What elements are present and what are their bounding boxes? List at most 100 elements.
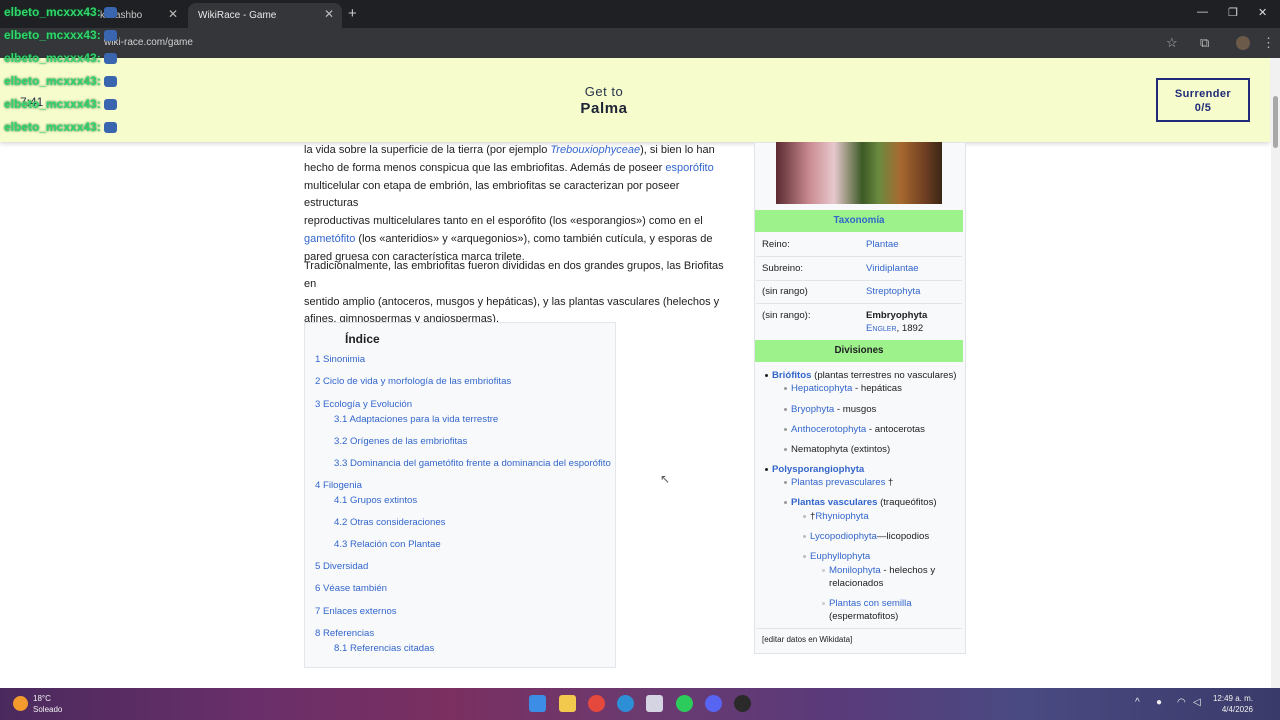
- bullet: [765, 468, 768, 471]
- link-anthocerotophyta[interactable]: Anthocerotophyta: [791, 424, 866, 435]
- link-euphyllophyta[interactable]: Euphyllophyta: [810, 551, 870, 562]
- weather-condition: Soleado: [33, 705, 63, 714]
- address-bar: wiki-race.com/game ☆ ⧉ ⋮: [0, 28, 1280, 58]
- bullet: [803, 515, 806, 518]
- toc-item[interactable]: 8 Referencias: [315, 628, 374, 639]
- toc-item[interactable]: 7 Enlaces externos: [315, 606, 397, 617]
- toc-item[interactable]: 4.3 Relación con Plantae: [334, 539, 441, 550]
- chat-user: elbeto_mcxxx43:: [4, 5, 101, 19]
- file-explorer-icon[interactable]: [559, 695, 576, 712]
- toc-item[interactable]: 3.1 Adaptaciones para la vida terrestre: [334, 414, 498, 425]
- bullet: [784, 428, 787, 431]
- chat-user: elbeto_mcxxx43:: [4, 97, 101, 111]
- tab-wikirace[interactable]: WikiRace - Game ✕: [188, 3, 342, 28]
- link-plantas-vasculares[interactable]: Plantas vasculares: [791, 497, 877, 508]
- show-hidden-icons[interactable]: ^: [1135, 697, 1140, 708]
- toc-item[interactable]: 3 Ecología y Evolución: [315, 399, 412, 410]
- link-monilophyta[interactable]: Monilophyta: [829, 565, 881, 576]
- toc-item[interactable]: 4.2 Otras consideraciones: [334, 517, 445, 528]
- link-briofitos[interactable]: Briófitos: [772, 370, 811, 381]
- date: 4/4/2026: [1221, 705, 1253, 714]
- tab-close-icon[interactable]: ✕: [324, 7, 334, 21]
- close-window-icon[interactable]: ✕: [1258, 6, 1267, 19]
- link-bryophyta[interactable]: Bryophyta: [791, 404, 834, 415]
- chat-message: elbeto_mcxxx43:: [4, 5, 117, 19]
- text: —licopodios: [876, 531, 930, 542]
- toc-item[interactable]: 8.1 Referencias citadas: [334, 643, 434, 654]
- weather-sun-icon[interactable]: [13, 696, 28, 711]
- taxon-value-link[interactable]: Plantae: [866, 239, 899, 250]
- edit-wikidata-link[interactable]: [editar datos en Wikidata]: [762, 635, 852, 644]
- taxon-author: Engler, 1892: [866, 323, 923, 334]
- link-hepaticophyta[interactable]: Hepaticophyta: [791, 383, 852, 394]
- toc-item[interactable]: 4.1 Grupos extintos: [334, 495, 417, 506]
- link-trebouxiophyceae[interactable]: Trebouxiophyceae: [550, 144, 640, 156]
- text: ), si bien lo han: [640, 144, 715, 156]
- store-icon[interactable]: [646, 695, 663, 712]
- link-polysporangiophyta[interactable]: Polysporangiophyta: [772, 464, 864, 475]
- menu-icon[interactable]: ⋮: [1262, 35, 1275, 51]
- row-divider: [756, 628, 962, 629]
- text: (los «anteridios» y «arquegonios»), como…: [355, 232, 713, 245]
- chat-message: elbeto_mcxxx43:: [4, 51, 117, 65]
- toc-item[interactable]: 6 Véase también: [315, 583, 387, 594]
- text: la vida sobre la superficie de la tierra…: [304, 144, 551, 156]
- toc-title: Índice: [345, 332, 380, 346]
- scrollbar-track[interactable]: [1271, 58, 1280, 688]
- toc-item[interactable]: 3.2 Orígenes de las embriofitas: [334, 436, 467, 447]
- maximize-icon[interactable]: ❐: [1228, 6, 1238, 19]
- emote-icon: [103, 99, 117, 111]
- bookmark-star-icon[interactable]: ☆: [1166, 35, 1178, 51]
- start-icon[interactable]: [529, 695, 546, 712]
- microphone-icon[interactable]: ●: [1156, 697, 1162, 708]
- url-field[interactable]: wiki-race.com/game: [104, 37, 193, 48]
- division-item: Monilophyta - helechos y: [829, 565, 935, 576]
- discord-icon[interactable]: [705, 695, 722, 712]
- taxon-value-link[interactable]: Streptophyta: [866, 286, 920, 297]
- surrender-button[interactable]: Surrender 0/5: [1156, 78, 1250, 122]
- toc-item[interactable]: 4 Filogenia: [315, 480, 362, 491]
- division-item: Briófitos (plantas terrestres no vascula…: [772, 370, 956, 381]
- link-esporofito[interactable]: esporófito: [665, 162, 713, 174]
- article-paragraph-1: la vida sobre la superficie de la tierra…: [304, 142, 730, 267]
- extensions-icon[interactable]: ⧉: [1200, 35, 1209, 51]
- link-plantas-con-semilla[interactable]: Plantas con semilla: [829, 598, 912, 609]
- obs-icon[interactable]: [734, 695, 751, 712]
- new-tab-button[interactable]: +: [348, 5, 357, 22]
- get-to-label: Get to: [584, 84, 624, 99]
- division-item: †Rhyniophyta: [810, 511, 869, 522]
- link-plantas-prevasculares[interactable]: Plantas prevasculares: [791, 477, 885, 488]
- wifi-icon[interactable]: ◠: [1177, 697, 1186, 708]
- author-link[interactable]: Engler: [866, 323, 897, 334]
- taskbar-clock[interactable]: 12:49 a. m. 4/4/2026: [1211, 693, 1253, 715]
- link-gametofito[interactable]: gametófito: [304, 233, 355, 245]
- bullet: [822, 569, 825, 572]
- edge-icon[interactable]: [617, 695, 634, 712]
- taxon-key: (sin rango):: [762, 310, 811, 321]
- paragraph-line: hecho de forma menos conspicua que las e…: [304, 160, 730, 178]
- taxon-value-link[interactable]: Viridiplantae: [866, 263, 919, 274]
- chat-message: elbeto_mcxxx43:: [4, 28, 117, 42]
- toc-item[interactable]: 2 Ciclo de vida y morfología de las embr…: [315, 376, 511, 387]
- spotify-icon[interactable]: [676, 695, 693, 712]
- division-item: Hepaticophyta - hepáticas: [791, 383, 902, 394]
- emote-icon: [103, 122, 117, 134]
- toc-item[interactable]: 1 Sinonimia: [315, 354, 365, 365]
- minimize-icon[interactable]: —: [1197, 6, 1208, 18]
- link-lycopodiophyta[interactable]: Lycopodiophyta: [810, 531, 877, 542]
- paragraph-line: reproductivas multicelulares tanto en el…: [304, 215, 703, 228]
- emote-icon: [103, 53, 117, 65]
- tab-close-icon[interactable]: ✕: [168, 7, 178, 21]
- bullet: [803, 535, 806, 538]
- chrome-icon[interactable]: [588, 695, 605, 712]
- taxonomia-header[interactable]: Taxonomía: [755, 210, 963, 232]
- toc-item[interactable]: 3.3 Dominancia del gametófito frente a d…: [334, 458, 611, 469]
- volume-icon[interactable]: ◁: [1193, 697, 1201, 708]
- toc-item[interactable]: 5 Diversidad: [315, 561, 368, 572]
- profile-avatar[interactable]: [1236, 36, 1250, 50]
- chat-message: elbeto_mcxxx43:: [4, 120, 117, 134]
- weather-widget[interactable]: 18°C Soleado: [33, 693, 62, 715]
- scrollbar-thumb[interactable]: [1273, 96, 1278, 148]
- row-divider: [756, 280, 962, 281]
- link-rhyniophyta[interactable]: Rhyniophyta: [815, 511, 868, 522]
